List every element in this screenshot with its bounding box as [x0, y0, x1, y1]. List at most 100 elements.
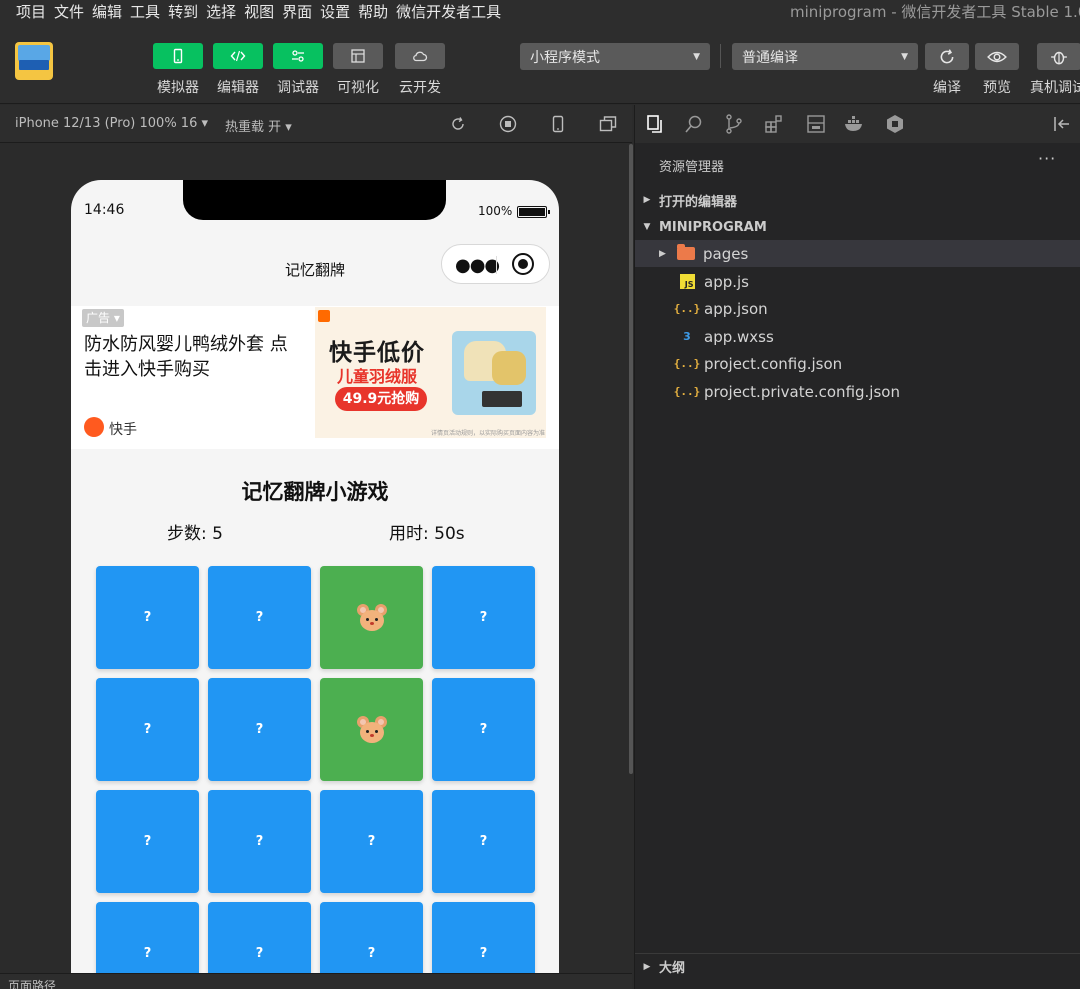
layout-icon: [351, 49, 365, 63]
code-icon: [230, 50, 246, 62]
memory-card[interactable]: ?: [208, 790, 311, 893]
ad-price-button: 49.9元抢购: [335, 387, 427, 411]
project-section[interactable]: ▼ MINIPROGRAM: [635, 214, 1080, 240]
menu-interface[interactable]: 界面: [282, 1, 320, 22]
more-dots-icon[interactable]: ●●●: [455, 255, 500, 276]
device-icon[interactable]: [548, 114, 568, 134]
activity-bar: [635, 105, 1080, 143]
plugin-icon[interactable]: [884, 113, 906, 135]
project-avatar-icon[interactable]: [15, 42, 53, 80]
memory-card[interactable]: ?: [432, 790, 535, 893]
outline-section[interactable]: ▶ 大纲: [635, 953, 1080, 979]
rotate-icon[interactable]: [448, 114, 468, 134]
menu-settings[interactable]: 设置: [320, 1, 358, 22]
memory-card[interactable]: ?: [320, 902, 423, 980]
memory-card[interactable]: [320, 678, 423, 781]
preview-label: 预览: [983, 80, 1011, 96]
explorer-panel: 资源管理器 ··· ▶ 打开的编辑器 ▼ MINIPROGRAM ▶ pages…: [634, 105, 1080, 989]
ad-image[interactable]: 快手低价 儿童羽绒服 49.9元抢购 详情页活动规则，以实际购买页面内容为准: [315, 307, 546, 438]
memory-card[interactable]: ?: [96, 678, 199, 781]
device-select[interactable]: iPhone 12/13 (Pro) 100% 16 ▾: [15, 116, 208, 131]
memory-card[interactable]: ?: [96, 790, 199, 893]
collapse-panel-icon[interactable]: [1051, 113, 1073, 135]
ad-text: 防水防风婴儿鸭绒外套 点击进入快手购买: [84, 334, 288, 380]
hot-reload-toggle[interactable]: 热重载 开 ▾: [225, 116, 292, 135]
menu-goto[interactable]: 转到: [168, 1, 206, 22]
timer: 用时: 50s: [389, 524, 465, 544]
compile-button[interactable]: [925, 43, 969, 70]
docker-icon[interactable]: [843, 113, 865, 135]
mode-select[interactable]: 小程序模式 ▼: [520, 43, 710, 70]
more-actions-icon[interactable]: ···: [1038, 149, 1056, 168]
storage-icon[interactable]: [805, 113, 827, 135]
search-icon[interactable]: [683, 113, 705, 135]
stop-icon[interactable]: [498, 114, 518, 134]
debugger-toggle-button[interactable]: [273, 43, 323, 69]
extensions-icon[interactable]: [763, 113, 785, 135]
card-label: ?: [479, 834, 488, 849]
menu-bar: 项目 文件 编辑 工具 转到 选择 视图 界面 设置 帮助 微信开发者工具 mi…: [0, 0, 1080, 22]
memory-card[interactable]: ?: [320, 790, 423, 893]
battery-percent: 100%: [478, 204, 513, 218]
preview-button[interactable]: [975, 43, 1019, 70]
status-time: 14:46: [84, 202, 125, 218]
json-file-icon: {..}: [673, 357, 701, 370]
mouse-face-icon: [356, 715, 387, 744]
window-title: miniprogram - 微信开发者工具 Stable 1.06: [790, 3, 1080, 21]
cloud-icon: [413, 51, 428, 62]
menu-tools[interactable]: 工具: [130, 1, 168, 22]
menu-project[interactable]: 项目: [0, 1, 54, 22]
json-file-icon: {..}: [673, 302, 701, 315]
phone-icon: [173, 48, 183, 64]
chevron-down-icon: ▼: [643, 222, 651, 232]
tree-item-app-wxss[interactable]: 3 app.wxss: [635, 323, 1080, 350]
memory-card[interactable]: ?: [208, 902, 311, 980]
source-control-icon[interactable]: [723, 113, 745, 135]
ad-tag[interactable]: 广告 ▾: [82, 309, 124, 327]
tree-item-project-config[interactable]: {..} project.config.json: [635, 350, 1080, 377]
open-editors-section[interactable]: ▶ 打开的编辑器: [635, 187, 1080, 213]
page-path-label[interactable]: 页面路径: [8, 977, 56, 989]
tree-item-app-json[interactable]: {..} app.json: [635, 295, 1080, 322]
memory-card[interactable]: [320, 566, 423, 669]
card-label: ?: [367, 946, 376, 961]
card-label: ?: [255, 722, 264, 737]
files-icon[interactable]: [644, 113, 666, 135]
ad-banner[interactable]: 广告 ▾ 防水防风婴儿鸭绒外套 点击进入快手购买 快手 快手低价 儿童羽绒服 4…: [71, 306, 559, 449]
menu-select[interactable]: 选择: [206, 1, 244, 22]
memory-card[interactable]: ?: [208, 566, 311, 669]
down-jacket-photo: [452, 331, 536, 415]
menu-help[interactable]: 帮助: [358, 1, 396, 22]
close-target-icon[interactable]: [512, 253, 534, 275]
capsule-menu: ●●●: [441, 244, 550, 284]
menu-devtools[interactable]: 微信开发者工具: [396, 1, 509, 22]
menu-edit[interactable]: 编辑: [92, 1, 130, 22]
card-label: ?: [479, 946, 488, 961]
memory-card[interactable]: ?: [96, 902, 199, 980]
menu-view[interactable]: 视图: [244, 1, 282, 22]
card-label: ?: [255, 834, 264, 849]
memory-card[interactable]: ?: [432, 678, 535, 781]
tree-item-pages[interactable]: ▶ pages: [635, 240, 1080, 267]
menu-file[interactable]: 文件: [54, 1, 92, 22]
visual-toggle-button[interactable]: [333, 43, 383, 69]
real-device-debug-button[interactable]: [1037, 43, 1080, 70]
editor-toggle-button[interactable]: [213, 43, 263, 69]
tree-item-app-js[interactable]: JS app.js: [635, 268, 1080, 295]
memory-card[interactable]: ?: [432, 902, 535, 980]
simulator-scrollbar[interactable]: [629, 144, 633, 774]
memory-card[interactable]: ?: [96, 566, 199, 669]
memory-card[interactable]: ?: [208, 678, 311, 781]
capsule-divider: [496, 256, 497, 274]
detach-window-icon[interactable]: [598, 114, 618, 134]
simulator-toggle-button[interactable]: [153, 43, 203, 69]
cloud-dev-button[interactable]: [395, 43, 445, 69]
cloud-dev-label: 云开发: [399, 80, 441, 96]
game-title: 记忆翻牌小游戏: [241, 480, 389, 504]
eye-icon: [987, 51, 1007, 62]
card-label: ?: [143, 610, 152, 625]
memory-card[interactable]: ?: [432, 566, 535, 669]
js-file-icon: JS: [678, 274, 696, 290]
compile-mode-select[interactable]: 普通编译 ▼: [732, 43, 918, 70]
tree-item-project-private-config[interactable]: {..} project.private.config.json: [635, 378, 1080, 405]
